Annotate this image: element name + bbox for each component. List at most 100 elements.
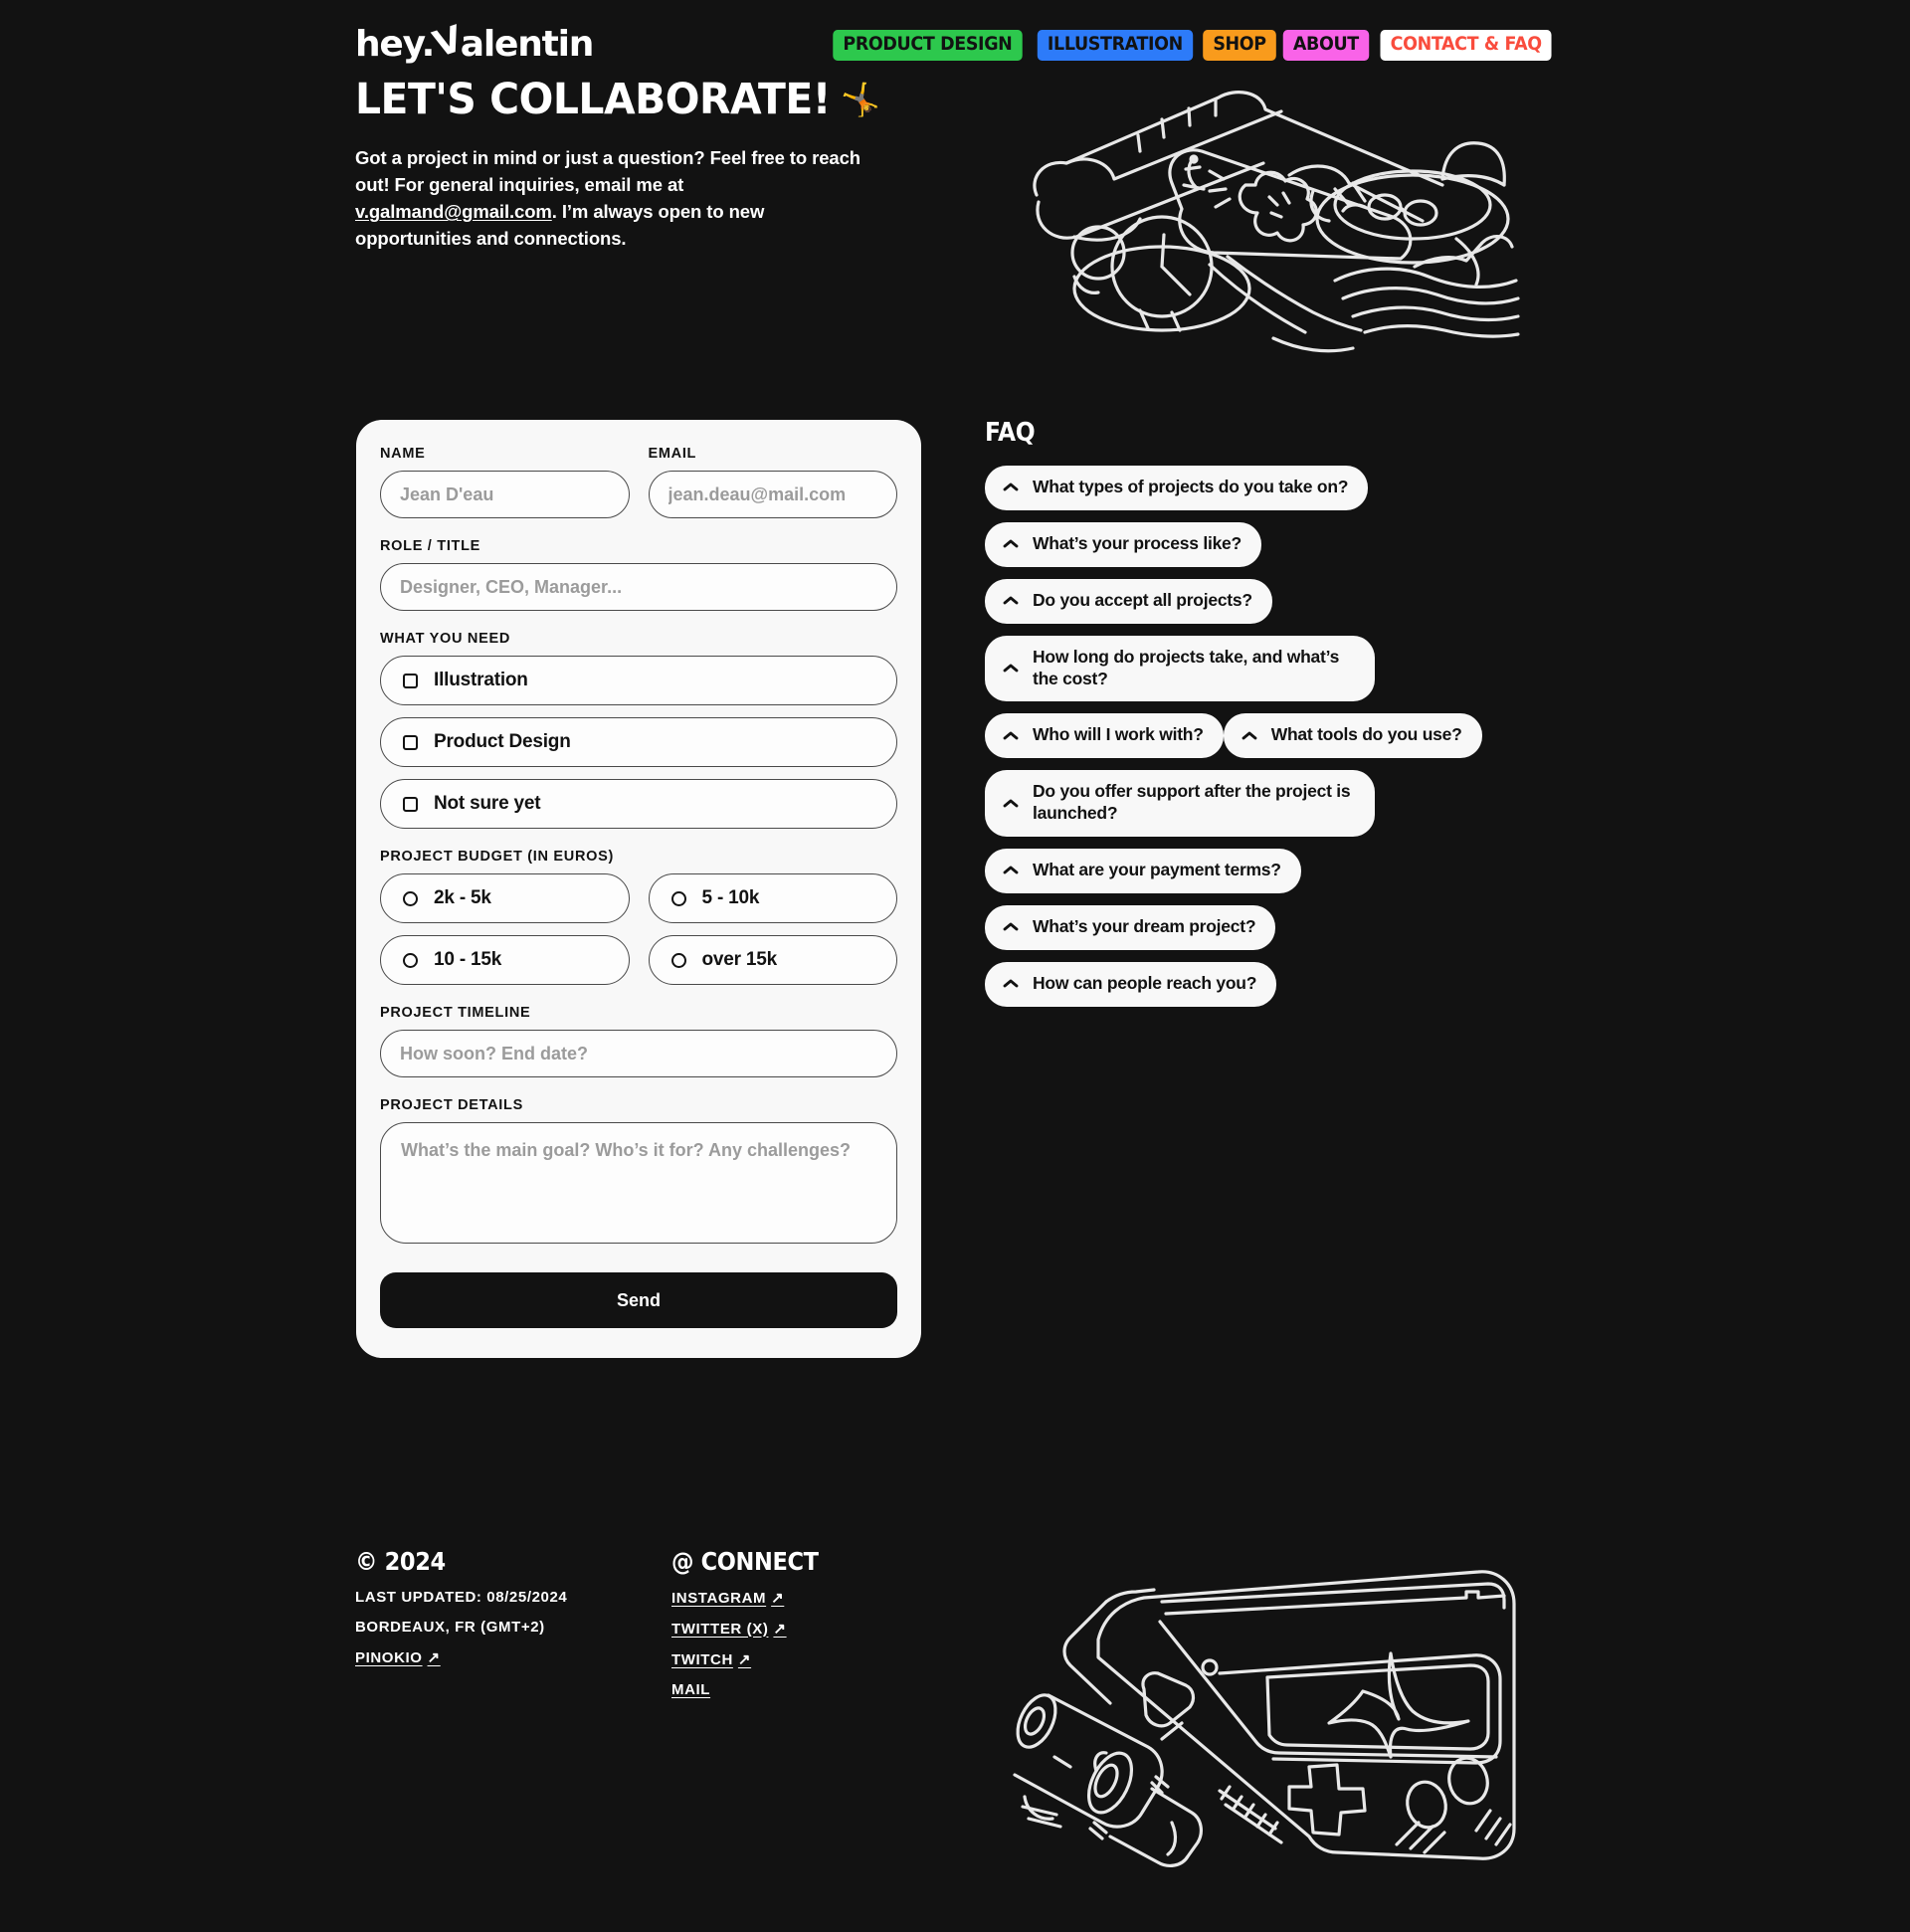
faq-list: What types of projects do you take on? Wh… bbox=[985, 466, 1502, 1019]
external-arrow-icon: ↗ bbox=[773, 1621, 787, 1638]
footer-connect-column: @ CONNECT INSTAGRAM ↗ TWITTER (X) ↗ TWITCH ↗ M… bbox=[671, 1547, 970, 1711]
social-link-label: TWITCH bbox=[671, 1650, 733, 1668]
nav-item-contact-faq[interactable]: CONTACT & FAQ bbox=[1378, 28, 1554, 63]
copyright: © 2024 bbox=[355, 1547, 446, 1576]
email-label: EMAIL bbox=[648, 446, 697, 462]
faq-item[interactable]: What types of projects do you take on? bbox=[985, 466, 1369, 510]
footer-illustration bbox=[995, 1562, 1532, 1890]
social-link-label: INSTAGRAM bbox=[671, 1589, 767, 1607]
faq-title: FAQ bbox=[985, 418, 1036, 448]
chevron-up-icon bbox=[1242, 730, 1257, 741]
faq-question: What are your payment terms? bbox=[1033, 860, 1281, 879]
faq-question: What’s your dream project? bbox=[1033, 915, 1256, 936]
budget-option-label: 2k - 5k bbox=[434, 887, 491, 908]
nav-item-illustration[interactable]: ILLUSTRATION bbox=[1035, 28, 1195, 63]
hero-paragraph: Got a project in mind or just a question… bbox=[355, 144, 882, 252]
contact-form-card: NAME EMAIL ROLE / TITLE WHAT YOU NEED Il… bbox=[356, 420, 921, 1358]
faq-question: Do you offer support after the project i… bbox=[1033, 781, 1351, 824]
checkbox-icon[interactable] bbox=[403, 673, 418, 688]
budget-option-label: 10 - 15k bbox=[434, 949, 502, 970]
page-title: LET'S COLLABORATE! 🤸 bbox=[355, 75, 884, 124]
social-link-label: TWITTER (X) bbox=[671, 1620, 769, 1638]
checkbox-icon[interactable] bbox=[403, 796, 418, 812]
faq-question: What types of projects do you take on? bbox=[1033, 477, 1349, 496]
faq-item[interactable]: What are your payment terms? bbox=[985, 849, 1301, 893]
faq-section: FAQ What types of projects do you take o… bbox=[985, 418, 1502, 1019]
chevron-up-icon bbox=[1003, 663, 1019, 674]
faq-item[interactable]: Do you accept all projects? bbox=[985, 578, 1272, 624]
faq-item[interactable]: How long do projects take, and what’s th… bbox=[985, 635, 1375, 702]
budget-option[interactable]: 10 - 15k bbox=[380, 935, 630, 985]
need-options-group: Illustration Product Design Not sure yet bbox=[380, 656, 897, 829]
need-option[interactable]: Product Design bbox=[380, 717, 897, 767]
radio-icon[interactable] bbox=[403, 890, 418, 906]
hero-text-before: Got a project in mind or just a question… bbox=[355, 147, 860, 196]
faq-question: Who will I work with? bbox=[1033, 724, 1204, 745]
role-input[interactable] bbox=[380, 563, 897, 611]
social-link-label: MAIL bbox=[671, 1681, 711, 1698]
faq-question: How long do projects take, and what’s th… bbox=[1033, 646, 1340, 688]
email-input[interactable] bbox=[648, 471, 897, 518]
faq-item[interactable]: What’s your process like? bbox=[985, 521, 1261, 567]
budget-options-group: 2k - 5k 5 - 10k 10 - 15k over 15k bbox=[380, 873, 897, 985]
site-header: hey. Valentin PRODUCT DESIGN ILLUSTRATION S… bbox=[0, 18, 1910, 76]
faq-item[interactable]: Do you offer support after the project i… bbox=[985, 770, 1375, 837]
send-button[interactable]: Send bbox=[380, 1272, 897, 1328]
details-textarea[interactable] bbox=[380, 1122, 897, 1244]
need-option-label: Illustration bbox=[434, 670, 528, 690]
footer-info-column: © 2024 LAST UPDATED: 08/25/2024 BORDEAUX… bbox=[355, 1547, 671, 1711]
chevron-up-icon bbox=[1003, 730, 1019, 741]
radio-icon[interactable] bbox=[403, 952, 418, 968]
external-arrow-icon: ↗ bbox=[427, 1649, 441, 1666]
chevron-up-icon bbox=[1003, 538, 1019, 549]
budget-option-label: 5 - 10k bbox=[701, 887, 760, 908]
radio-icon[interactable] bbox=[670, 890, 686, 906]
faq-item[interactable]: What tools do you use? bbox=[1223, 713, 1482, 759]
social-link[interactable]: INSTAGRAM ↗ bbox=[671, 1589, 785, 1608]
chevron-up-icon bbox=[1003, 798, 1019, 809]
radio-icon[interactable] bbox=[670, 952, 686, 968]
budget-option[interactable]: 5 - 10k bbox=[648, 873, 897, 923]
pinokio-link[interactable]: PINOKIO ↗ bbox=[355, 1648, 441, 1667]
chevron-up-icon bbox=[1003, 482, 1019, 492]
social-link[interactable]: TWITCH ↗ bbox=[671, 1650, 751, 1669]
name-input[interactable] bbox=[380, 471, 630, 518]
page-root: hey. Valentin PRODUCT DESIGN ILLUSTRATION S… bbox=[0, 0, 1910, 1932]
external-arrow-icon: ↗ bbox=[771, 1590, 785, 1607]
cartwheel-emoji-icon: 🤸 bbox=[841, 80, 880, 118]
need-option-label: Not sure yet bbox=[434, 793, 541, 814]
timeline-input[interactable] bbox=[380, 1030, 897, 1077]
hero-section: LET'S COLLABORATE! 🤸 Got a project in mi… bbox=[355, 75, 912, 252]
budget-option[interactable]: over 15k bbox=[648, 935, 897, 985]
nav-item-about[interactable]: ABOUT bbox=[1280, 28, 1371, 63]
main-navigation: PRODUCT DESIGN ILLUSTRATION SHOP ABOUT CONTA… bbox=[823, 28, 1557, 63]
role-label: ROLE / TITLE bbox=[380, 538, 481, 554]
social-link[interactable]: TWITTER (X) ↗ bbox=[671, 1620, 787, 1639]
name-label: NAME bbox=[380, 446, 426, 462]
faq-item[interactable]: How can people reach you? bbox=[985, 961, 1277, 1007]
site-logo[interactable]: hey. Valentin bbox=[355, 19, 595, 66]
logo-prefix: hey. bbox=[355, 24, 435, 65]
need-option-label: Product Design bbox=[434, 731, 571, 752]
chevron-up-icon bbox=[1003, 978, 1019, 989]
chevron-up-icon bbox=[1003, 595, 1019, 606]
chevron-up-icon bbox=[1003, 921, 1019, 932]
page-title-text: LET'S COLLABORATE! bbox=[355, 75, 831, 124]
nav-item-product-design[interactable]: PRODUCT DESIGN bbox=[831, 28, 1025, 63]
location: BORDEAUX, FR (GMT+2) bbox=[355, 1619, 545, 1636]
faq-question: What tools do you use? bbox=[1270, 724, 1462, 745]
timeline-label: PROJECT TIMELINE bbox=[380, 1005, 531, 1021]
nav-item-shop[interactable]: SHOP bbox=[1201, 28, 1278, 63]
logo-suffix: alentin bbox=[460, 24, 595, 65]
email-link[interactable]: v.galmand@gmail.com bbox=[355, 201, 552, 222]
need-option[interactable]: Illustration bbox=[380, 656, 897, 705]
details-label: PROJECT DETAILS bbox=[380, 1097, 523, 1113]
budget-option[interactable]: 2k - 5k bbox=[380, 873, 630, 923]
need-option[interactable]: Not sure yet bbox=[380, 779, 897, 829]
checkbox-icon[interactable] bbox=[403, 734, 418, 750]
faq-item[interactable]: Who will I work with? bbox=[985, 713, 1224, 759]
pinokio-link-label: PINOKIO bbox=[355, 1648, 423, 1666]
faq-question: How can people reach you? bbox=[1033, 972, 1257, 993]
faq-item[interactable]: What’s your dream project? bbox=[985, 904, 1276, 950]
social-link[interactable]: MAIL bbox=[671, 1681, 710, 1698]
